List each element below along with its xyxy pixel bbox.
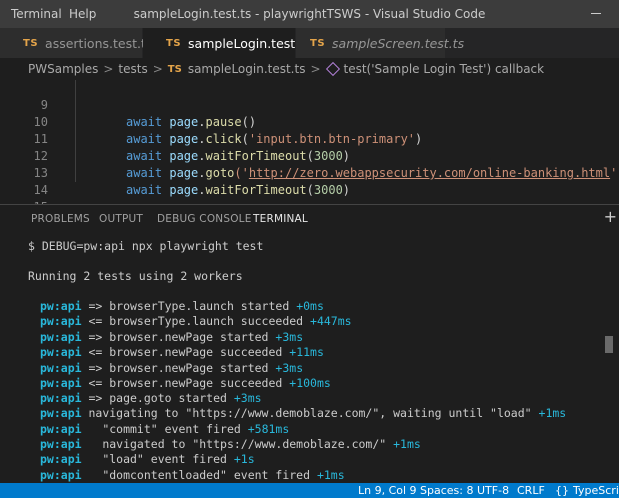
chevron-right-icon: > (152, 62, 163, 76)
panel-tabs: PROBLEMS OUTPUT DEBUG CONSOLE TERMINAL + (0, 205, 619, 232)
typescript-icon: TS (167, 63, 182, 75)
log-time: +1ms (538, 406, 567, 420)
breadcrumb-symbol[interactable]: test('Sample Login Test') callback (344, 62, 545, 76)
terminal-log-line: pw:api => browserType.launch started +0m… (40, 299, 324, 314)
tab-samplescreen[interactable]: TS sampleScreen.test.ts (296, 28, 464, 58)
tab-assertions[interactable]: TS assertions.test.ts (0, 28, 152, 58)
log-prefix: pw:api (40, 299, 82, 313)
terminal-output[interactable]: $ DEBUG=pw:api npx playwright test Runni… (0, 231, 619, 483)
log-time: +1s (233, 452, 255, 466)
terminal-log-line: pw:api => page.goto started +3ms (40, 391, 262, 406)
log-text: => browser.newPage started (81, 330, 276, 344)
log-prefix: pw:api (40, 391, 82, 405)
code-line: 9 await page.pause() (0, 80, 619, 129)
breadcrumb-file[interactable]: sampleLogin.test.ts (188, 62, 306, 76)
code-line: 13 await page.waitForTimeout(3000) (0, 148, 619, 197)
log-prefix: pw:api (40, 468, 82, 482)
terminal-log-line: pw:api <= browserType.launch succeeded +… (40, 314, 352, 329)
editor-tabs: TS assertions.test.ts TS sampleLogin.tes… (0, 28, 619, 58)
status-cursor-position[interactable]: Ln 9, Col 9 (358, 484, 417, 497)
tab-output[interactable]: OUTPUT (99, 213, 143, 225)
breadcrumb-folder[interactable]: tests (118, 62, 147, 76)
tab-problems[interactable]: PROBLEMS (31, 213, 90, 225)
log-time: +581ms (247, 422, 290, 436)
terminal-log-line: pw:api navigating to "https://www.demobl… (40, 406, 566, 421)
tab-terminal[interactable]: TERMINAL (253, 213, 308, 232)
log-text: <= browser.newPage succeeded (81, 376, 290, 390)
terminal-log-line: pw:api <= browser.newPage succeeded +11m… (40, 345, 324, 360)
log-prefix: pw:api (40, 314, 82, 328)
terminal-log-line: pw:api "load" event fired +1s (40, 452, 255, 467)
log-time: +3ms (275, 361, 304, 375)
tab-samplelogin[interactable]: TS sampleLogin.test.ts ✕ (143, 28, 332, 58)
log-text: <= browser.newPage succeeded (81, 345, 290, 359)
symbol-method-icon (325, 61, 340, 77)
log-text: <= browserType.launch succeeded (81, 314, 311, 328)
terminal-scrollbar[interactable] (605, 336, 613, 353)
tab-label: sampleScreen.test.ts (332, 35, 465, 51)
typescript-icon: TS (23, 37, 39, 49)
terminal-log-line: pw:api "domcontentloaded" event fired +1… (40, 468, 345, 483)
status-encoding[interactable]: UTF-8 (477, 484, 509, 497)
log-prefix: pw:api (40, 437, 82, 451)
add-terminal-icon[interactable]: + (604, 207, 617, 226)
status-indentation[interactable]: Spaces: 8 (420, 484, 473, 497)
code-line: 14 (0, 165, 619, 197)
terminal-log-line: pw:api "commit" event fired +581ms (40, 422, 289, 437)
log-prefix: pw:api (40, 422, 82, 436)
log-prefix: pw:api (40, 330, 82, 344)
tab-label: assertions.test.ts (45, 35, 153, 51)
log-text: "load" event fired (81, 452, 234, 466)
status-eol[interactable]: CRLF (517, 484, 545, 497)
log-prefix: pw:api (40, 345, 82, 359)
code-editor[interactable]: 9 await page.pause() 10 await page.click… (0, 80, 619, 231)
terminal-log-line: pw:api => browser.newPage started +3ms (40, 361, 303, 376)
tab-label: sampleLogin.test.ts (188, 35, 311, 51)
log-time: +11ms (289, 345, 324, 359)
log-time: +0ms (296, 299, 324, 313)
tab-debug-console[interactable]: DEBUG CONSOLE (157, 213, 252, 225)
log-text: => browser.newPage started (81, 361, 276, 375)
window-title: sampleLogin.test.ts - playwrightTSWS - V… (133, 7, 486, 21)
terminal-log-line: pw:api navigated to "https://www.demobla… (40, 437, 421, 452)
log-time: +1ms (393, 437, 421, 451)
chevron-right-icon: > (103, 62, 114, 76)
braces-icon: {} (555, 484, 569, 497)
log-time: +3ms (233, 391, 262, 405)
terminal-log-line: pw:api <= browser.newPage succeeded +100… (40, 376, 331, 391)
log-text: navigating to "https://www.demoblaze.com… (81, 406, 539, 420)
code-line: 15 }) (0, 182, 619, 231)
log-time: +3ms (275, 330, 304, 344)
log-prefix: pw:api (40, 452, 82, 466)
code-line: 11 await page.waitForTimeout(3000) (0, 114, 619, 163)
typescript-icon: TS (166, 37, 182, 49)
log-time: +1ms (316, 468, 345, 482)
status-bar: Ln 9, Col 9 Spaces: 8 UTF-8 CRLF {} Type… (0, 483, 619, 498)
log-text: "commit" event fired (81, 422, 248, 436)
title-bar: Terminal Help sampleLogin.test.ts - play… (0, 0, 619, 28)
log-prefix: pw:api (40, 361, 82, 375)
chevron-right-icon: > (310, 62, 321, 76)
breadcrumb: PWSamples > tests > TS sampleLogin.test.… (0, 58, 619, 80)
log-text: "domcontentloaded" event fired (81, 468, 317, 482)
log-prefix: pw:api (40, 376, 82, 390)
log-text: => browserType.launch started (81, 299, 297, 313)
log-text: => page.goto started (81, 391, 234, 405)
terminal-command: $ DEBUG=pw:api npx playwright test (28, 239, 264, 253)
minimize-icon[interactable] (591, 13, 601, 14)
breadcrumb-root[interactable]: PWSamples (28, 62, 98, 76)
log-text: navigated to "https://www.demoblaze.com/… (81, 437, 394, 451)
log-prefix: pw:api (40, 406, 82, 420)
log-time: +100ms (289, 376, 331, 390)
typescript-icon: TS (310, 37, 326, 49)
code-line: 10 await page.click('input.btn.btn-prima… (0, 97, 619, 146)
log-time: +447ms (310, 314, 352, 328)
terminal-log-line: pw:api => browser.newPage started +3ms (40, 330, 303, 345)
terminal-running: Running 2 tests using 2 workers (28, 269, 243, 283)
status-language[interactable]: TypeScript (573, 484, 619, 497)
code-line: 12 await page.goto('http://zero.webappse… (0, 131, 619, 180)
